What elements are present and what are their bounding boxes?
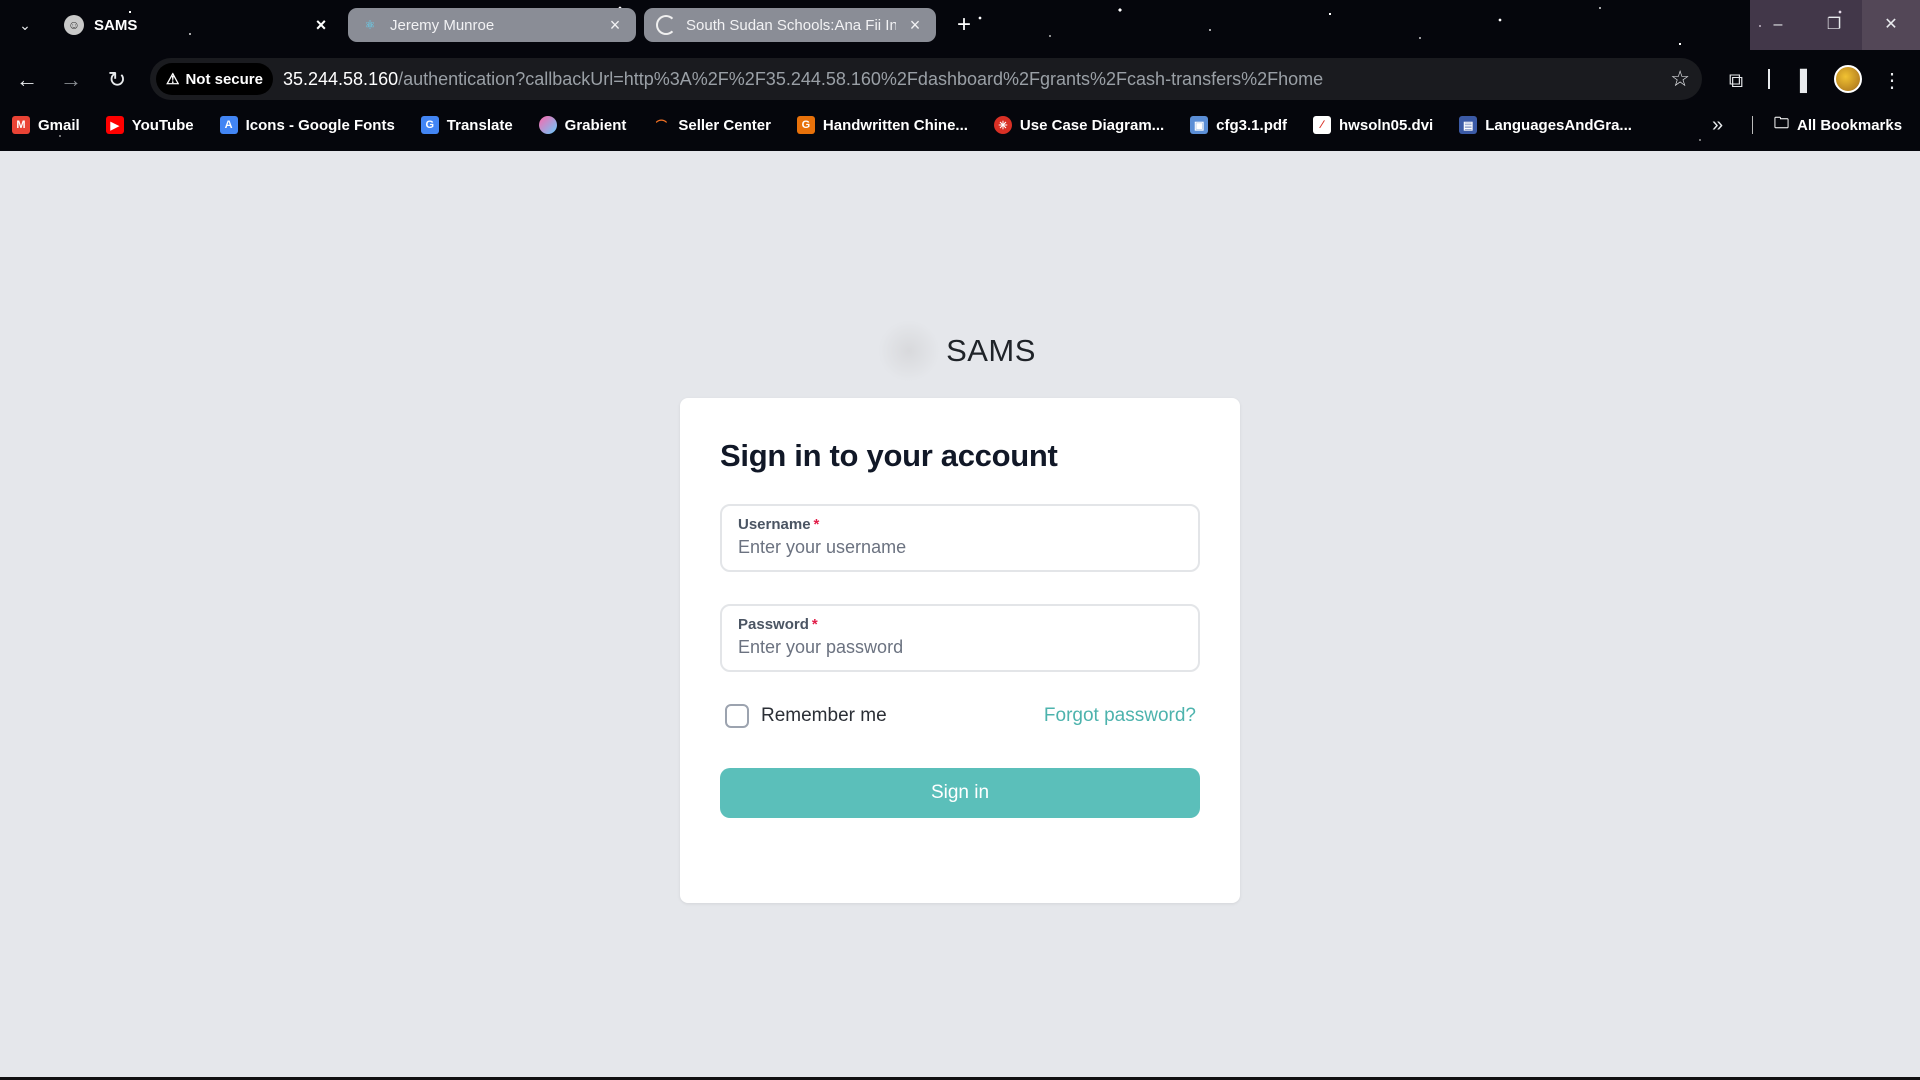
sams-favicon-icon: ☺ [64,15,84,35]
toolbar-divider [1768,69,1770,89]
menu-kebab-icon[interactable]: ⋮ [1878,67,1906,95]
close-window-icon[interactable]: ✕ [1862,0,1920,50]
username-label: Username * [738,516,820,533]
remember-me-label: Remember me [761,705,887,726]
handwritten-icon: G [796,116,815,134]
tab-title: South Sudan Schools:Ana Fii In [686,16,896,34]
password-label: Password * [738,616,818,633]
google-fonts-icon: A [219,116,238,134]
tab-search-icon[interactable]: ⌄ [12,13,38,37]
brand-name: SAMS [946,333,1036,368]
doc-icon: ▤ [1459,116,1478,134]
password-input[interactable] [738,637,1182,658]
close-icon[interactable]: × [906,15,924,36]
extensions-puzzle-icon[interactable]: ⧉ [1722,67,1750,95]
new-tab-plus-icon[interactable]: + [950,12,978,40]
reload-icon[interactable]: ↻ [102,65,132,95]
security-label: Not secure [185,70,263,88]
tab-sams[interactable]: ☺ SAMS × [52,8,342,42]
remember-me-checkbox[interactable] [725,704,749,728]
translate-icon: G [420,116,439,134]
grabient-icon [538,116,557,134]
username-input[interactable] [738,537,1182,558]
bookmark-cfg-pdf[interactable]: ▣ cfg3.1.pdf [1190,116,1287,134]
url-host: 35.244.58.160 [282,68,399,89]
required-mark: * [811,616,818,633]
pdf-icon: ▣ [1190,116,1209,134]
seller-center-icon: ⌒ [655,120,667,132]
minimize-icon[interactable]: – [1750,0,1806,50]
gmail-icon: M [12,116,30,134]
tab-title: Jeremy Munroe [390,16,495,34]
bookmark-youtube[interactable]: ▶ YouTube [105,116,194,134]
remember-me[interactable]: Remember me [725,704,887,728]
bookmarks-overflow-chevron-icon[interactable]: » [1712,108,1723,142]
bookmark-star-icon[interactable]: ☆ [1670,66,1690,92]
tab-title: SAMS [94,16,138,34]
react-icon: ⚛ [364,18,376,32]
restore-icon[interactable]: ❐ [1806,0,1862,50]
warning-triangle-icon: ⚠ [166,71,180,88]
back-arrow-icon[interactable]: ← [12,65,42,95]
bookmarks-bar: M Gmail ▶ YouTube A Icons - Google Fonts GT… [0,108,1920,142]
bookmark-use-case-diagram[interactable]: ✳ Use Case Diagram... [993,116,1164,134]
close-icon[interactable]: × [606,15,624,36]
bookmark-hwsoln-dvi[interactable]: ∕ hwsoln05.dvi [1313,116,1433,134]
all-bookmarks-button[interactable]: 🗀 All Bookmarks [1774,108,1902,142]
bookmarks-divider [1752,116,1753,134]
browser-toolbar: ← → ↻ ⚠ Not secure 35.244.58.160/authent… [0,55,1920,103]
forgot-password-link[interactable]: Forgot password? [1044,705,1196,727]
url-text[interactable]: 35.244.58.160/authentication?callbackUrl… [283,69,1323,90]
browser-chrome: ⌄ ☺ SAMS × ⚛ Jeremy Munroe × South Sudan… [0,0,1920,151]
sign-in-button[interactable]: Sign in [720,768,1200,818]
bookmark-translate[interactable]: G Translate [420,116,513,134]
side-panel-icon[interactable]: ▐ [1786,67,1814,95]
login-card: Sign in to your account Username* Passwo… [680,398,1240,903]
bookmark-seller-center[interactable]: ⌒ Seller Center [652,116,771,134]
options-row: Remember me Forgot password? [720,704,1200,728]
url-path: /authentication?callbackUrl=http%3A%2F%2… [398,68,1324,89]
bookmark-grabient[interactable]: Grabient [538,116,626,134]
youtube-icon: ▶ [105,116,124,134]
bookmark-languages[interactable]: ▤ LanguagesAndGra... [1459,116,1632,134]
loading-spinner-icon [656,15,676,35]
dvi-icon: ∕ [1313,116,1332,134]
password-field[interactable]: Password * [720,604,1200,672]
address-bar[interactable]: ⚠ Not secure 35.244.58.160/authenticatio… [150,58,1702,100]
diagram-icon: ✳ [993,116,1012,134]
sams-logo-icon [878,320,940,382]
page-title: Sign in to your account [720,438,1058,473]
close-icon[interactable]: × [312,15,330,36]
folder-icon: 🗀 [1774,114,1790,132]
forward-arrow-icon[interactable]: → [56,65,86,95]
tab-strip: ⌄ ☺ SAMS × ⚛ Jeremy Munroe × South Sudan… [0,0,1920,50]
tab-jeremy-munroe[interactable]: ⚛ Jeremy Munroe × [348,8,636,42]
required-mark: * [813,516,820,533]
tab-south-sudan-schools[interactable]: South Sudan Schools:Ana Fii In × [644,8,936,42]
bookmark-handwritten[interactable]: G Handwritten Chine... [796,116,968,134]
brand-header: SAMS [0,320,1920,382]
bookmark-google-fonts[interactable]: A Icons - Google Fonts [219,116,395,134]
security-chip[interactable]: ⚠ Not secure [156,63,273,95]
username-field[interactable]: Username * [720,504,1200,572]
profile-avatar[interactable] [1834,65,1862,93]
bookmark-gmail[interactable]: M Gmail [12,116,80,134]
